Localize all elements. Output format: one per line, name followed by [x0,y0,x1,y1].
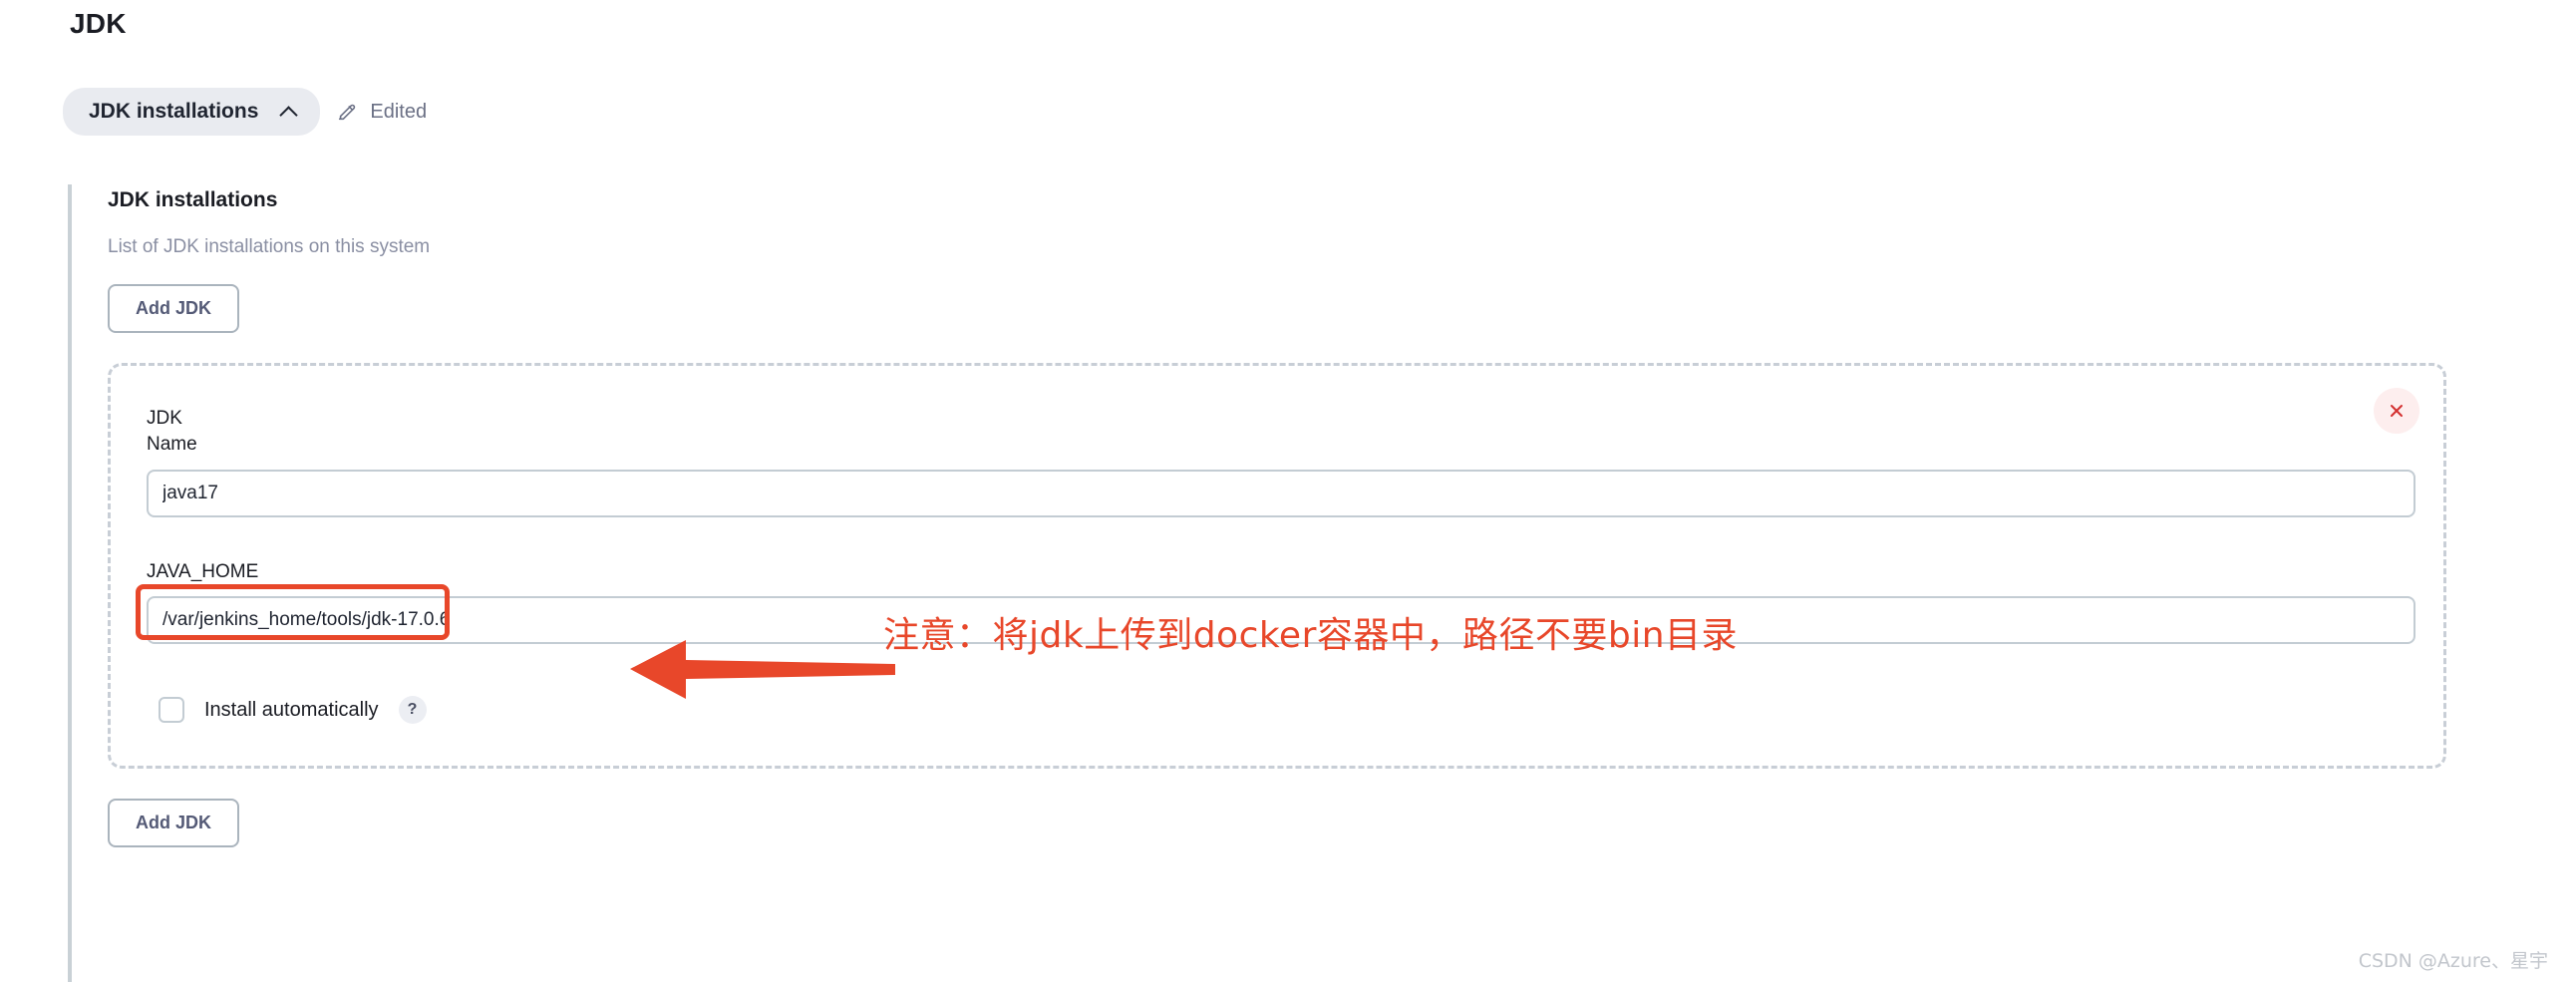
watermark: CSDN @Azure、星宇 [2358,950,2548,972]
chevron-up-icon[interactable] [280,104,296,120]
add-jdk-button-bottom[interactable]: Add JDK [108,799,239,848]
edited-status: Edited [336,101,427,124]
jdk-name-label: JDK Name [147,408,197,455]
java-home-label: JAVA_HOME [147,560,259,582]
edited-label: Edited [370,100,428,123]
install-automatically-row: Install automatically ? [159,696,2412,725]
close-icon[interactable] [2374,388,2419,434]
jdk-installations-section: JDK installations List of JDK installati… [68,184,2480,982]
add-jdk-button-top[interactable]: Add JDK [108,284,239,333]
jdk-entry-card: JDK Name JAVA_HOME Install automatically… [108,363,2446,770]
page-title: JDK [70,8,127,39]
section-header-row: JDK installations Edited [63,88,427,136]
java-home-field-block: JAVA_HOME [136,559,2415,645]
section-chip-label: JDK installations [89,100,259,123]
section-chip-jdk-installations[interactable]: JDK installations [63,88,321,136]
jdk-name-field-block: JDK Name [147,406,2415,517]
section-description: List of JDK installations on this system [108,236,431,257]
install-automatically-label: Install automatically [204,698,379,721]
install-automatically-checkbox[interactable] [159,697,184,724]
help-icon[interactable]: ? [398,696,427,725]
section-title: JDK installations [108,188,278,211]
java-home-input[interactable] [147,596,2415,645]
pencil-icon [336,101,358,123]
jdk-name-input[interactable] [147,469,2415,517]
